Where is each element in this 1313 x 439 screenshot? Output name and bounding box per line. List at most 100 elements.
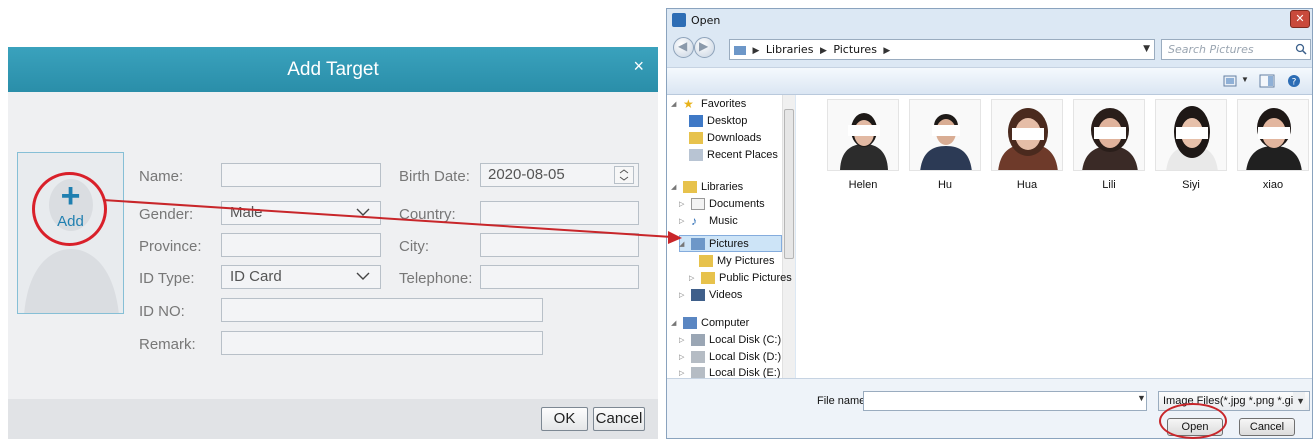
annotation-circle [32,172,107,246]
search-icon [1295,43,1307,55]
file-thumbnail[interactable] [991,99,1063,171]
back-arrow-icon: ◀ [678,39,688,53]
open-cancel-button[interactable]: Cancel [1239,418,1295,436]
file-list: Helen Hu Hua Lili Siyi xiao [796,95,1312,378]
breadcrumb-libraries[interactable]: Libraries [766,43,814,56]
remark-field[interactable] [221,331,543,355]
gender-label: Gender: [139,206,194,223]
desktop-icon [689,115,703,127]
file-name-label: File name: [817,395,869,407]
file-name-hua: Hua [1016,179,1038,191]
close-icon[interactable]: ✕ [1290,10,1310,28]
ok-button[interactable]: OK [541,407,588,431]
photo-thumbnail-icon [840,113,888,170]
chevron-down-icon: ▼ [1293,392,1305,410]
address-dropdown-icon[interactable]: ▼ [1143,40,1150,59]
music-icon: ♪ [691,214,697,228]
libraries-icon [683,181,697,193]
nav-favorites[interactable]: ◢ ★ Favorites [671,96,746,112]
file-name-helen: Helen [848,179,878,191]
date-spinner[interactable] [614,166,634,184]
id-type-label: ID Type: [139,270,195,287]
preview-pane-icon[interactable] [1259,74,1275,88]
back-button[interactable]: ◀ [673,37,694,58]
province-field[interactable] [221,233,381,257]
nav-public-pictures[interactable]: ▷ Public Pictures [689,270,792,286]
close-icon[interactable]: × [633,57,644,75]
file-name-lili: Lili [1102,179,1116,191]
computer-icon [683,317,697,329]
videos-icon [691,289,705,301]
search-placeholder: Search Pictures [1168,43,1254,56]
file-thumbnail[interactable] [1237,99,1309,171]
forward-button[interactable]: ▶ [694,37,715,58]
photo-thumbnail-icon [920,114,972,170]
breadcrumb-arrow-icon: ▶ [752,46,760,56]
dialog-footer: OK Cancel [8,399,658,439]
my-pictures-icon [699,255,713,267]
file-thumbnail[interactable] [909,99,981,171]
id-no-label: ID NO: [139,303,185,320]
spinner-arrows-icon [619,169,629,181]
file-thumbnail[interactable] [1155,99,1227,171]
file-thumbnail[interactable] [827,99,899,171]
photo-thumbnail-icon [1246,108,1302,170]
id-type-value: ID Card [230,268,282,285]
scrollbar-thumb[interactable] [784,109,794,259]
id-no-field[interactable] [221,298,543,322]
nav-videos[interactable]: ▷ Videos [679,287,742,303]
annotation-circle [1159,403,1227,439]
breadcrumb-arrow-icon: ▶ [819,46,827,56]
public-pictures-icon [701,272,715,284]
nav-downloads[interactable]: Downloads [689,130,761,146]
view-options-icon[interactable] [1223,74,1239,88]
documents-icon [691,198,705,210]
svg-text:?: ? [1292,78,1297,88]
help-icon[interactable]: ? [1286,74,1302,88]
telephone-label: Telephone: [399,270,473,287]
open-title-bar: Open ✕ [667,9,1312,33]
nav-my-pictures[interactable]: My Pictures [699,253,774,269]
nav-music[interactable]: ▷ ♪ Music [679,213,738,229]
name-label: Name: [139,168,184,185]
recent-places-icon [689,149,703,161]
city-field[interactable] [480,233,639,257]
chevron-down-icon [356,272,370,280]
telephone-field[interactable] [480,265,639,289]
birth-date-field[interactable]: 2020-08-05 [480,163,639,187]
nav-recent-places[interactable]: Recent Places [689,147,778,163]
file-thumbnail[interactable] [1073,99,1145,171]
city-label: City: [399,238,429,255]
nav-computer[interactable]: ◢ Computer [671,315,749,331]
pictures-icon [691,238,705,250]
photo-thumbnail-icon [1166,106,1218,170]
country-field[interactable] [480,201,639,225]
nav-pictures[interactable]: ◢ Pictures [679,236,749,252]
nav-scrollbar[interactable] [782,95,795,378]
view-dropdown-icon[interactable]: ▼ [1241,75,1249,84]
cancel-button[interactable]: Cancel [593,407,645,431]
system-disk-icon [691,334,705,346]
star-icon: ★ [683,97,694,111]
file-name-dropdown-icon[interactable]: ▼ [1137,393,1146,403]
country-label: Country: [399,206,456,223]
nav-local-disk-d[interactable]: ▷ Local Disk (D:) [679,349,781,365]
nav-libraries[interactable]: ◢ Libraries [671,179,743,195]
file-name-input[interactable] [863,391,1147,411]
file-name-siyi: Siyi [1182,179,1200,191]
breadcrumb-pictures[interactable]: Pictures [833,43,877,56]
open-window-icon [672,13,686,27]
open-title: Open [691,14,721,27]
disk-icon [691,351,705,363]
nav-desktop[interactable]: Desktop [689,113,747,129]
nav-local-disk-c[interactable]: ▷ Local Disk (C:) [679,332,781,348]
dialog-title-bar: Add Target × [8,47,658,92]
name-field[interactable] [221,163,381,187]
search-input[interactable]: Search Pictures [1161,39,1311,60]
remark-label: Remark: [139,336,196,353]
id-type-select[interactable]: ID Card [221,265,381,289]
add-target-dialog: Add Target × + Add Name: Gender: Provinc… [8,47,658,439]
gender-select[interactable]: Male [221,201,381,225]
nav-documents[interactable]: ▷ Documents [679,196,765,212]
address-bar[interactable]: ▶ Libraries ▶ Pictures ▶ ▼ [729,39,1155,60]
